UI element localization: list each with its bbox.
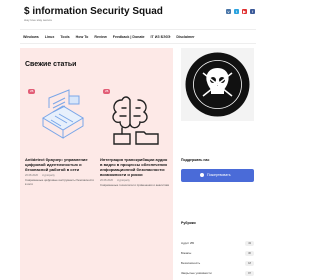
nav-item-it[interactable]: IT ИЗ БЭЗЭ bbox=[151, 35, 171, 39]
site-tagline: stay love stay secure bbox=[24, 18, 53, 22]
post-meta: 20.08.2026 cryptoparty bbox=[25, 174, 95, 177]
main-nav: Windows Linux Tools How To Review Feedba… bbox=[20, 29, 256, 44]
vk-icon[interactable]: v bbox=[226, 9, 231, 14]
post-author[interactable]: cryptoparty bbox=[117, 179, 130, 182]
post-title[interactable]: Интеграция транскрибации аудио в видео в… bbox=[100, 157, 170, 177]
post-meta: 20.08.2026 cryptoparty bbox=[100, 179, 170, 182]
youtube-icon[interactable]: ▶ bbox=[242, 9, 247, 14]
sidebar: Поддержать нас Пожертвовать Рубрики Ауди… bbox=[181, 48, 254, 280]
skull-badge-icon bbox=[185, 52, 250, 117]
rubric-count: 97 bbox=[245, 270, 254, 276]
post-thumbnail[interactable]: ИБ bbox=[100, 86, 170, 148]
support-logo-banner[interactable] bbox=[181, 48, 254, 121]
site-title[interactable]: $ information Security Squad bbox=[24, 6, 163, 17]
category-badge[interactable]: ИБ bbox=[28, 89, 36, 94]
category-badge[interactable]: ИБ bbox=[103, 89, 111, 94]
nav-item-howto[interactable]: How To bbox=[76, 35, 89, 39]
rubrics-title: Рубрики bbox=[181, 221, 196, 225]
rubric-item[interactable]: Аудит ИБ 43 bbox=[181, 238, 254, 248]
post-title[interactable]: Antidetect браузер: управление цифровой … bbox=[25, 157, 95, 172]
post-author[interactable]: cryptoparty bbox=[42, 174, 55, 177]
support-title: Поддержать нас bbox=[181, 158, 210, 162]
rubric-label: Аудит ИБ bbox=[181, 241, 195, 245]
post-card[interactable]: ИБ Antidetect браузер: управление цифров… bbox=[25, 86, 95, 187]
nav-item-linux[interactable]: Linux bbox=[45, 35, 55, 39]
latest-posts: Свежие статьи ИБ Antidetect браузер: упр… bbox=[20, 48, 173, 280]
nav-item-review[interactable]: Review bbox=[94, 35, 106, 39]
post-date: 20.08.2026 bbox=[100, 179, 113, 182]
site-header: $ information Security Squad stay love s… bbox=[0, 0, 280, 30]
post-excerpt: Современные технологии и применения и ан… bbox=[100, 183, 170, 187]
nav-item-feedback[interactable]: Feedback | Donate bbox=[113, 35, 145, 39]
browser-illustration-icon bbox=[42, 89, 84, 139]
nav-item-tools[interactable]: Tools bbox=[60, 35, 69, 39]
rubric-item[interactable]: Безопасность 18 bbox=[181, 258, 254, 268]
nav-item-windows[interactable]: Windows bbox=[23, 35, 39, 39]
nav-item-disclaimer[interactable]: Disclaimer bbox=[176, 35, 194, 39]
donate-button[interactable]: Пожертвовать bbox=[181, 169, 254, 182]
rubric-count: 36 bbox=[245, 250, 254, 256]
facebook-icon[interactable]: f bbox=[250, 9, 255, 14]
post-excerpt: Современные цифровые инструменты безопас… bbox=[25, 178, 94, 186]
post-date: 20.08.2026 bbox=[25, 174, 38, 177]
social-links: v t ▶ f bbox=[226, 9, 255, 14]
rubric-count: 18 bbox=[245, 260, 254, 266]
rubric-label: Закрытые уязвимости bbox=[181, 271, 212, 275]
brain-illustration-icon bbox=[112, 96, 159, 145]
post-card[interactable]: ИБ Интеграция транскрибации аудио в виде… bbox=[100, 86, 170, 188]
telegram-icon[interactable]: t bbox=[234, 9, 239, 14]
coin-icon bbox=[200, 173, 204, 177]
rubric-label: Бэкапы bbox=[181, 251, 192, 255]
section-title: Свежие статьи bbox=[25, 61, 77, 68]
donate-button-label: Пожертвовать bbox=[207, 173, 231, 177]
rubric-count: 43 bbox=[245, 240, 254, 246]
post-thumbnail[interactable]: ИБ bbox=[25, 86, 95, 148]
rubric-item[interactable]: Бэкапы 36 bbox=[181, 248, 254, 258]
rubric-label: Безопасность bbox=[181, 261, 201, 265]
rubric-item[interactable]: Закрытые уязвимости 97 bbox=[181, 268, 254, 278]
